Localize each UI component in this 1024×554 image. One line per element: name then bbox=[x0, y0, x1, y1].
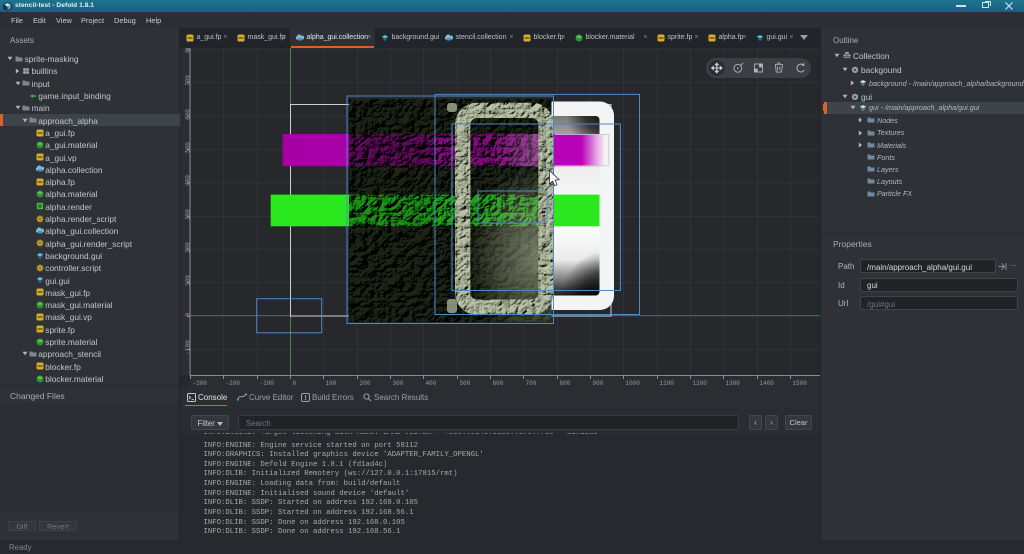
svg-text:-200: -200 bbox=[226, 380, 241, 387]
svg-text:1500: 1500 bbox=[793, 380, 808, 387]
svg-text:1300: 1300 bbox=[726, 380, 741, 387]
svg-text:1000: 1000 bbox=[626, 380, 641, 387]
svg-text:700: 700 bbox=[185, 75, 192, 86]
svg-text:-100: -100 bbox=[260, 380, 275, 387]
svg-text:400: 400 bbox=[185, 175, 192, 186]
svg-text:-100: -100 bbox=[185, 340, 192, 355]
svg-text:1200: 1200 bbox=[693, 380, 708, 387]
svg-text:100: 100 bbox=[326, 380, 337, 387]
svg-text:700: 700 bbox=[526, 380, 537, 387]
svg-text:200: 200 bbox=[185, 242, 192, 253]
svg-text:300: 300 bbox=[393, 380, 404, 387]
svg-text:1400: 1400 bbox=[760, 380, 775, 387]
svg-text:1100: 1100 bbox=[660, 380, 675, 387]
svg-text:400: 400 bbox=[426, 380, 437, 387]
svg-text:200: 200 bbox=[360, 380, 371, 387]
svg-text:0: 0 bbox=[185, 312, 192, 316]
svg-text:600: 600 bbox=[493, 380, 504, 387]
svg-text:500: 500 bbox=[460, 380, 471, 387]
svg-text:800: 800 bbox=[185, 48, 192, 53]
svg-text:0: 0 bbox=[293, 380, 297, 387]
svg-text:300: 300 bbox=[185, 209, 192, 220]
svg-text:-300: -300 bbox=[193, 380, 208, 387]
svg-text:800: 800 bbox=[560, 380, 571, 387]
svg-text:600: 600 bbox=[185, 109, 192, 120]
svg-text:100: 100 bbox=[185, 275, 192, 286]
svg-text:900: 900 bbox=[593, 380, 604, 387]
svg-text:500: 500 bbox=[185, 142, 192, 153]
